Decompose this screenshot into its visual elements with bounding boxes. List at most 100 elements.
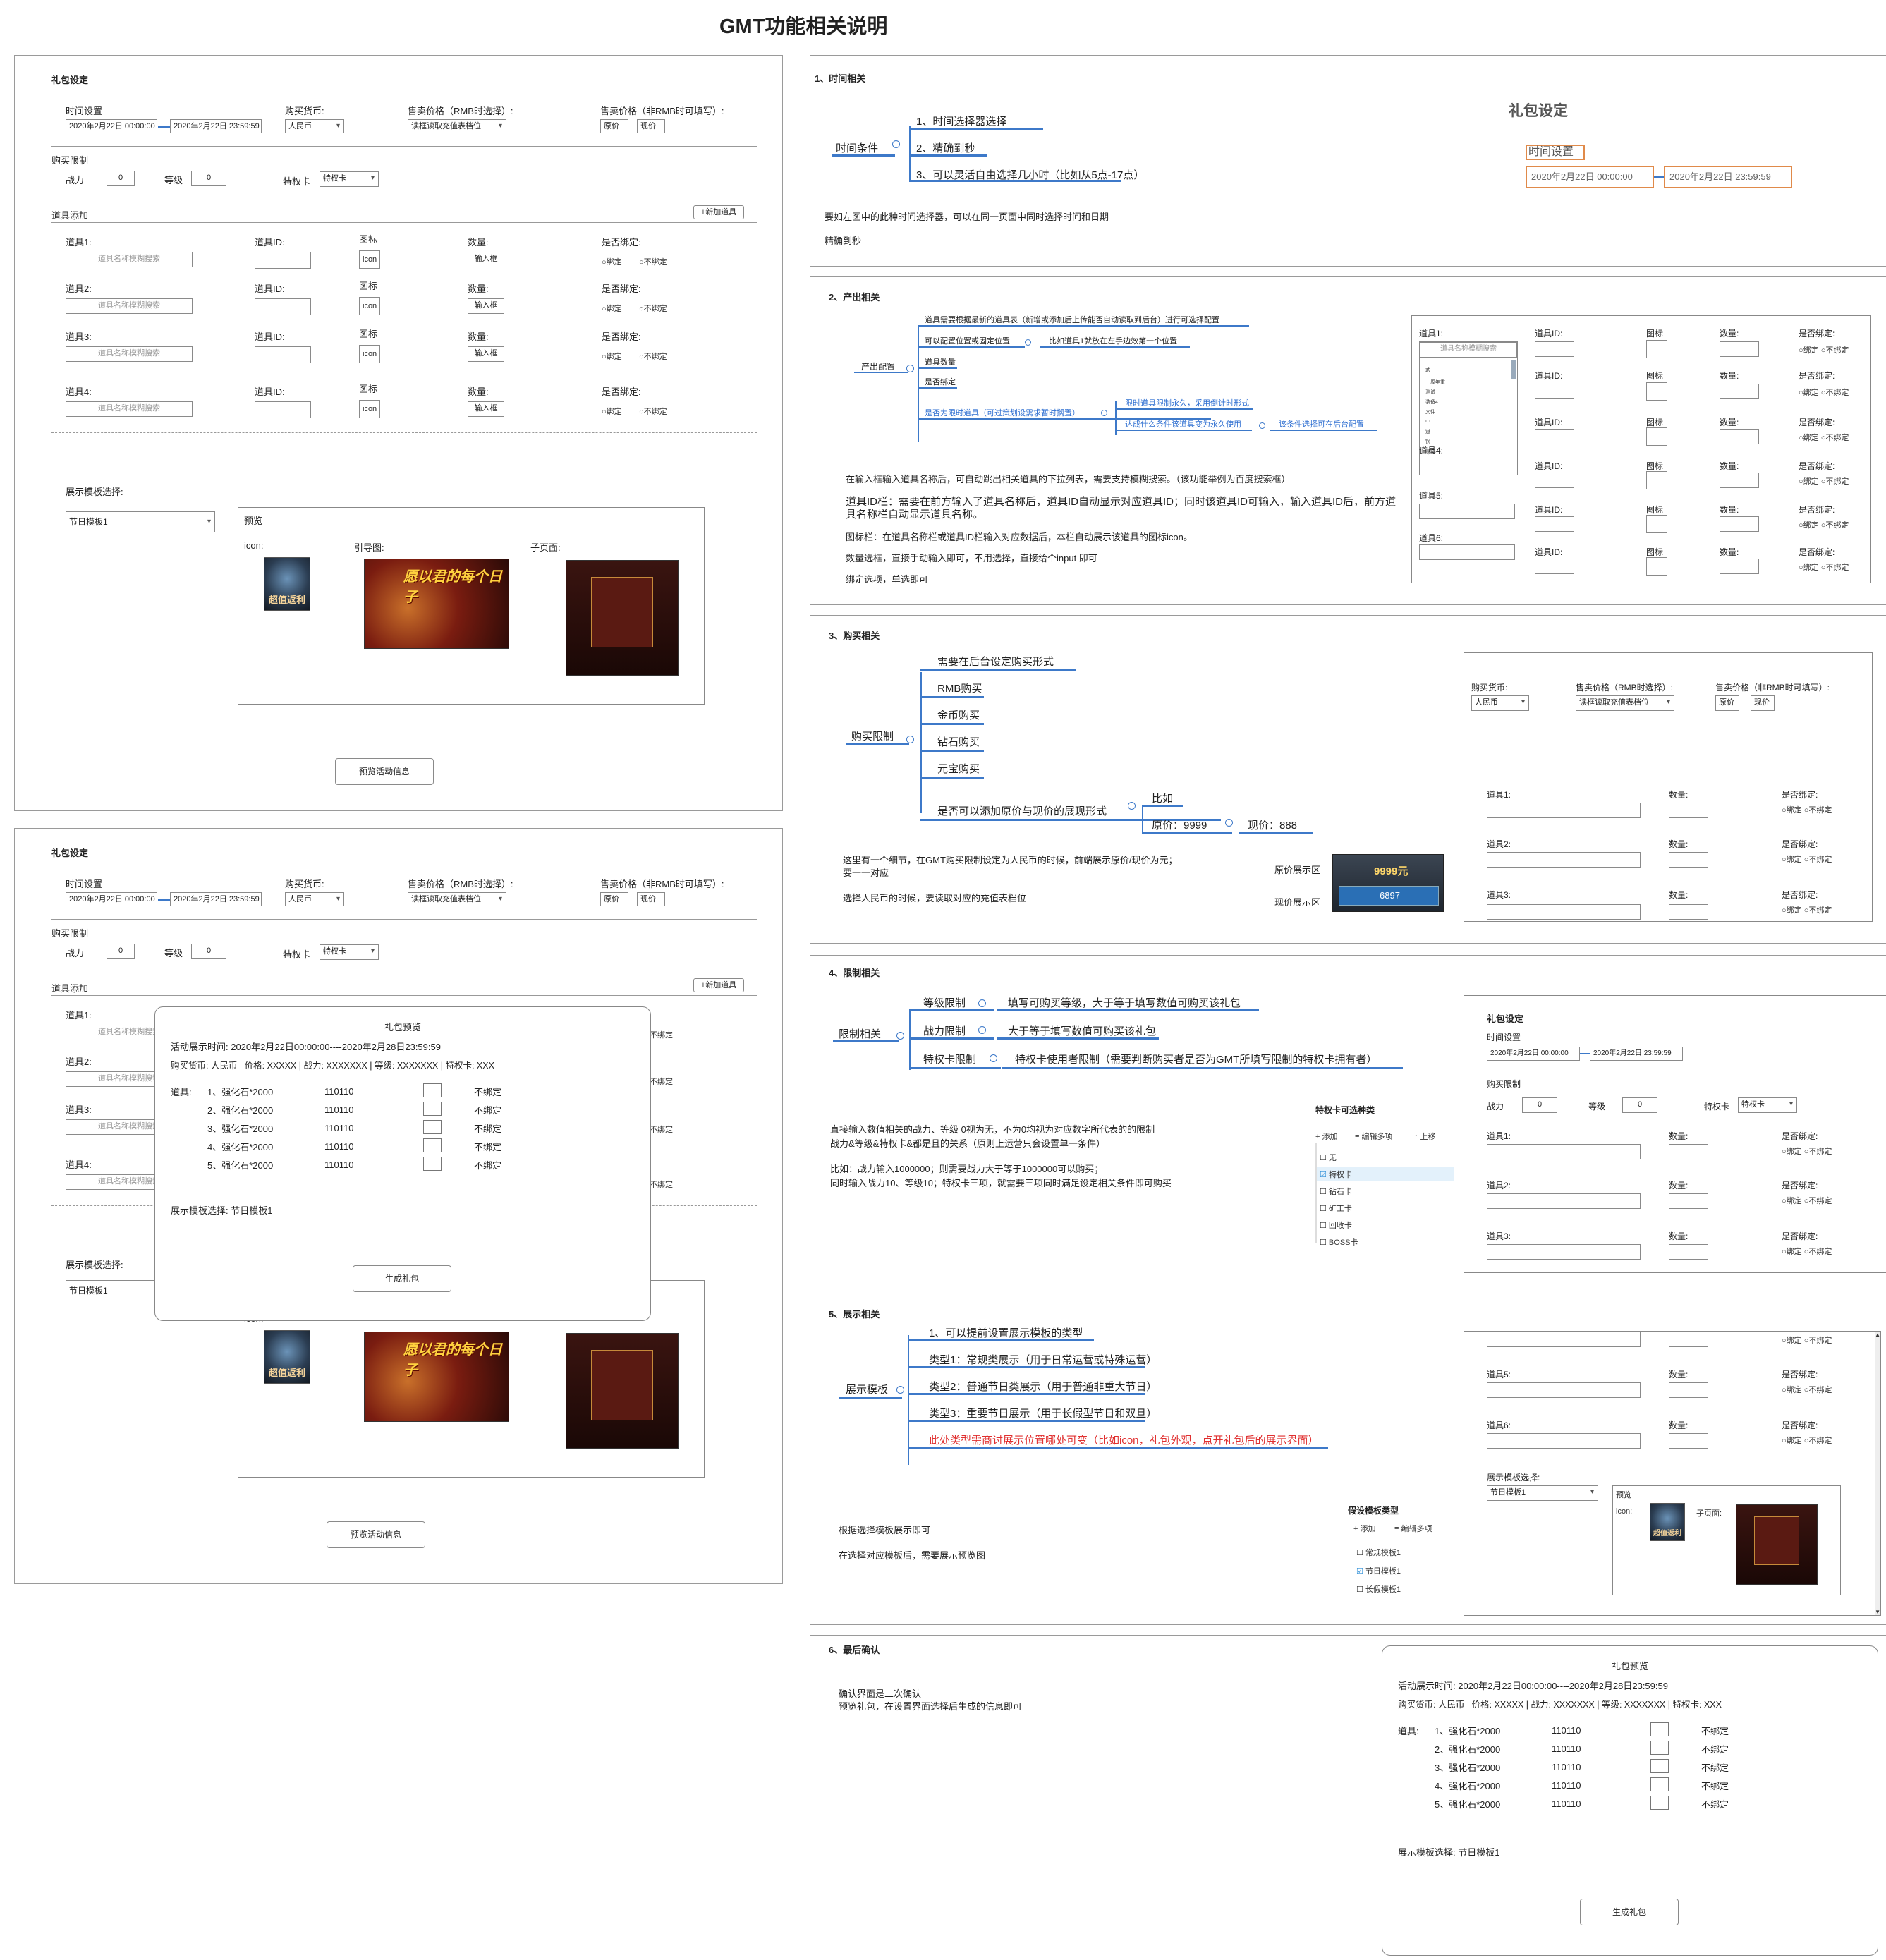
unbind-radio[interactable]: 不绑定: [650, 1179, 673, 1190]
qty-input[interactable]: [1720, 473, 1759, 488]
bind-radio[interactable]: ○绑定: [602, 406, 622, 417]
side-start-input[interactable]: 2020年2月22日 00:00:00: [1526, 166, 1654, 188]
now-price-input[interactable]: 现价: [637, 119, 665, 133]
vip-option[interactable]: ☐ 钻石卡: [1320, 1186, 1352, 1197]
generate-gift-button[interactable]: 生成礼包: [1580, 1899, 1679, 1925]
add-button[interactable]: + 添加: [1353, 1523, 1375, 1534]
start-time-input[interactable]: 2020年2月22日 00:00:00: [1487, 1047, 1580, 1061]
bind-radio-group[interactable]: ○绑定 ○不绑定: [1782, 1195, 1832, 1206]
item-id-input[interactable]: [1535, 429, 1574, 444]
item-name-input[interactable]: [1419, 544, 1515, 560]
item-name-input[interactable]: [1487, 1244, 1641, 1260]
item-id-input[interactable]: [255, 401, 311, 418]
template-option[interactable]: ☐ 常规模板1: [1356, 1547, 1401, 1558]
item-id-input[interactable]: [255, 346, 311, 363]
item-name-input[interactable]: [1487, 852, 1641, 868]
item-id-input[interactable]: [1535, 559, 1574, 574]
bind-radio-group[interactable]: ○绑定 ○不绑定: [1799, 475, 1849, 487]
start-time-input[interactable]: 2020年2月22日 00:00:00: [66, 892, 157, 906]
bind-radio-group[interactable]: ○绑定 ○不绑定: [1799, 432, 1849, 443]
scrollbar[interactable]: [1511, 360, 1516, 379]
qty-input[interactable]: [1669, 1144, 1708, 1159]
bind-radio-group[interactable]: ○绑定 ○不绑定: [1799, 519, 1849, 530]
price-rmb-select[interactable]: 读框读取充值表档位: [408, 892, 506, 906]
vip-option[interactable]: ☐ BOSS卡: [1320, 1236, 1358, 1248]
preview-activity-button[interactable]: 预览活动信息: [327, 1521, 425, 1548]
qty-input[interactable]: [1720, 559, 1759, 574]
power-input[interactable]: 0: [1522, 1097, 1557, 1113]
unbind-radio[interactable]: ○不绑定: [639, 256, 667, 267]
template-select[interactable]: 节日模板1: [66, 511, 215, 532]
qty-input[interactable]: [1669, 852, 1708, 868]
scrollbar[interactable]: [1875, 1332, 1880, 1615]
level-input[interactable]: 0: [191, 944, 226, 959]
qty-input[interactable]: 输入框: [468, 298, 504, 314]
qty-input[interactable]: [1720, 384, 1759, 399]
item-id-input[interactable]: [255, 252, 311, 269]
bind-radio-group[interactable]: ○绑定 ○不绑定: [1782, 904, 1832, 915]
item-name-input[interactable]: [1487, 1382, 1641, 1398]
qty-input[interactable]: [1720, 516, 1759, 532]
dropdown-option[interactable]: 十周年重: [1425, 379, 1445, 386]
item-name-input[interactable]: [1487, 803, 1641, 818]
bind-radio[interactable]: ○绑定: [602, 351, 622, 362]
item-id-input[interactable]: [1535, 384, 1574, 399]
side-end-input[interactable]: 2020年2月22日 23:59:59: [1664, 166, 1792, 188]
dropdown-option[interactable]: 测试: [1425, 389, 1435, 396]
bind-radio[interactable]: ○绑定: [602, 256, 622, 267]
unbind-radio[interactable]: 不绑定: [650, 1124, 673, 1135]
bind-radio-group[interactable]: ○绑定 ○不绑定: [1799, 344, 1849, 355]
generate-gift-button[interactable]: 生成礼包: [353, 1265, 451, 1292]
bind-radio-group[interactable]: ○绑定 ○不绑定: [1782, 1246, 1832, 1257]
bind-radio-group[interactable]: ○绑定 ○不绑定: [1782, 1384, 1832, 1395]
unbind-radio[interactable]: 不绑定: [650, 1029, 673, 1040]
level-input[interactable]: 0: [191, 171, 226, 186]
collapse-icon[interactable]: [906, 736, 914, 743]
item-name-input[interactable]: [1487, 1193, 1641, 1209]
dropdown-option[interactable]: 道: [1425, 428, 1430, 435]
orig-price-input[interactable]: 原价: [600, 119, 628, 133]
item-name-input[interactable]: [1487, 1144, 1641, 1159]
qty-input[interactable]: 输入框: [468, 346, 504, 362]
dropdown-option[interactable]: 装备4: [1425, 398, 1438, 406]
vip-option[interactable]: ☐ 无: [1320, 1152, 1337, 1163]
orig-price-input[interactable]: 原价: [1715, 695, 1739, 711]
start-time-input[interactable]: 2020年2月22日 00:00:00: [66, 119, 157, 133]
item-name-input[interactable]: [1419, 504, 1515, 519]
qty-input[interactable]: [1669, 904, 1708, 920]
template-select[interactable]: 节日模板1: [1487, 1485, 1598, 1501]
qty-input[interactable]: 输入框: [468, 401, 504, 417]
scroll-down-icon[interactable]: ▼: [1875, 1609, 1880, 1615]
price-rmb-select[interactable]: 读框读取充值表档位: [408, 119, 506, 133]
qty-input[interactable]: [1669, 1244, 1708, 1260]
add-button[interactable]: + 添加: [1315, 1131, 1337, 1142]
collapse-icon[interactable]: [906, 365, 914, 372]
currency-select[interactable]: 人民币: [1471, 695, 1529, 711]
item-name-input[interactable]: [1487, 1433, 1641, 1449]
end-time-input[interactable]: 2020年2月22日 23:59:59: [170, 119, 262, 133]
move-up-button[interactable]: ↑ 上移: [1414, 1131, 1436, 1142]
unbind-radio[interactable]: ○不绑定: [639, 351, 667, 362]
item-name-input[interactable]: [1487, 904, 1641, 920]
preview-activity-button[interactable]: 预览活动信息: [335, 758, 434, 785]
bind-radio-group[interactable]: ○绑定 ○不绑定: [1782, 1334, 1832, 1346]
add-item-button[interactable]: +新加道具: [693, 978, 744, 992]
bind-radio-group[interactable]: ○绑定 ○不绑定: [1782, 853, 1832, 865]
vip-option[interactable]: ☐ 矿工卡: [1320, 1203, 1352, 1214]
level-input[interactable]: 0: [1622, 1097, 1657, 1113]
vip-select[interactable]: 特权卡: [1738, 1097, 1797, 1113]
bind-radio-group[interactable]: ○绑定 ○不绑定: [1782, 1435, 1832, 1446]
dropdown-option[interactable]: 武: [1425, 366, 1430, 373]
scroll-up-icon[interactable]: ▲: [1875, 1332, 1880, 1338]
qty-input[interactable]: [1669, 1332, 1708, 1347]
orig-price-input[interactable]: 原价: [600, 892, 628, 906]
item-name-search[interactable]: 道具名称模糊搜索: [1420, 342, 1517, 358]
dropdown-option[interactable]: 文件: [1425, 408, 1435, 415]
vip-option[interactable]: ☑ 特权卡: [1320, 1169, 1352, 1180]
collapse-icon[interactable]: [896, 1386, 904, 1394]
vip-select[interactable]: 特权卡: [320, 171, 379, 187]
edit-multi-button[interactable]: ≡ 编辑多项: [1394, 1523, 1432, 1534]
bind-radio-group[interactable]: ○绑定 ○不绑定: [1799, 561, 1849, 573]
collapse-icon[interactable]: [896, 1032, 904, 1040]
item-id-input[interactable]: [1535, 516, 1574, 532]
